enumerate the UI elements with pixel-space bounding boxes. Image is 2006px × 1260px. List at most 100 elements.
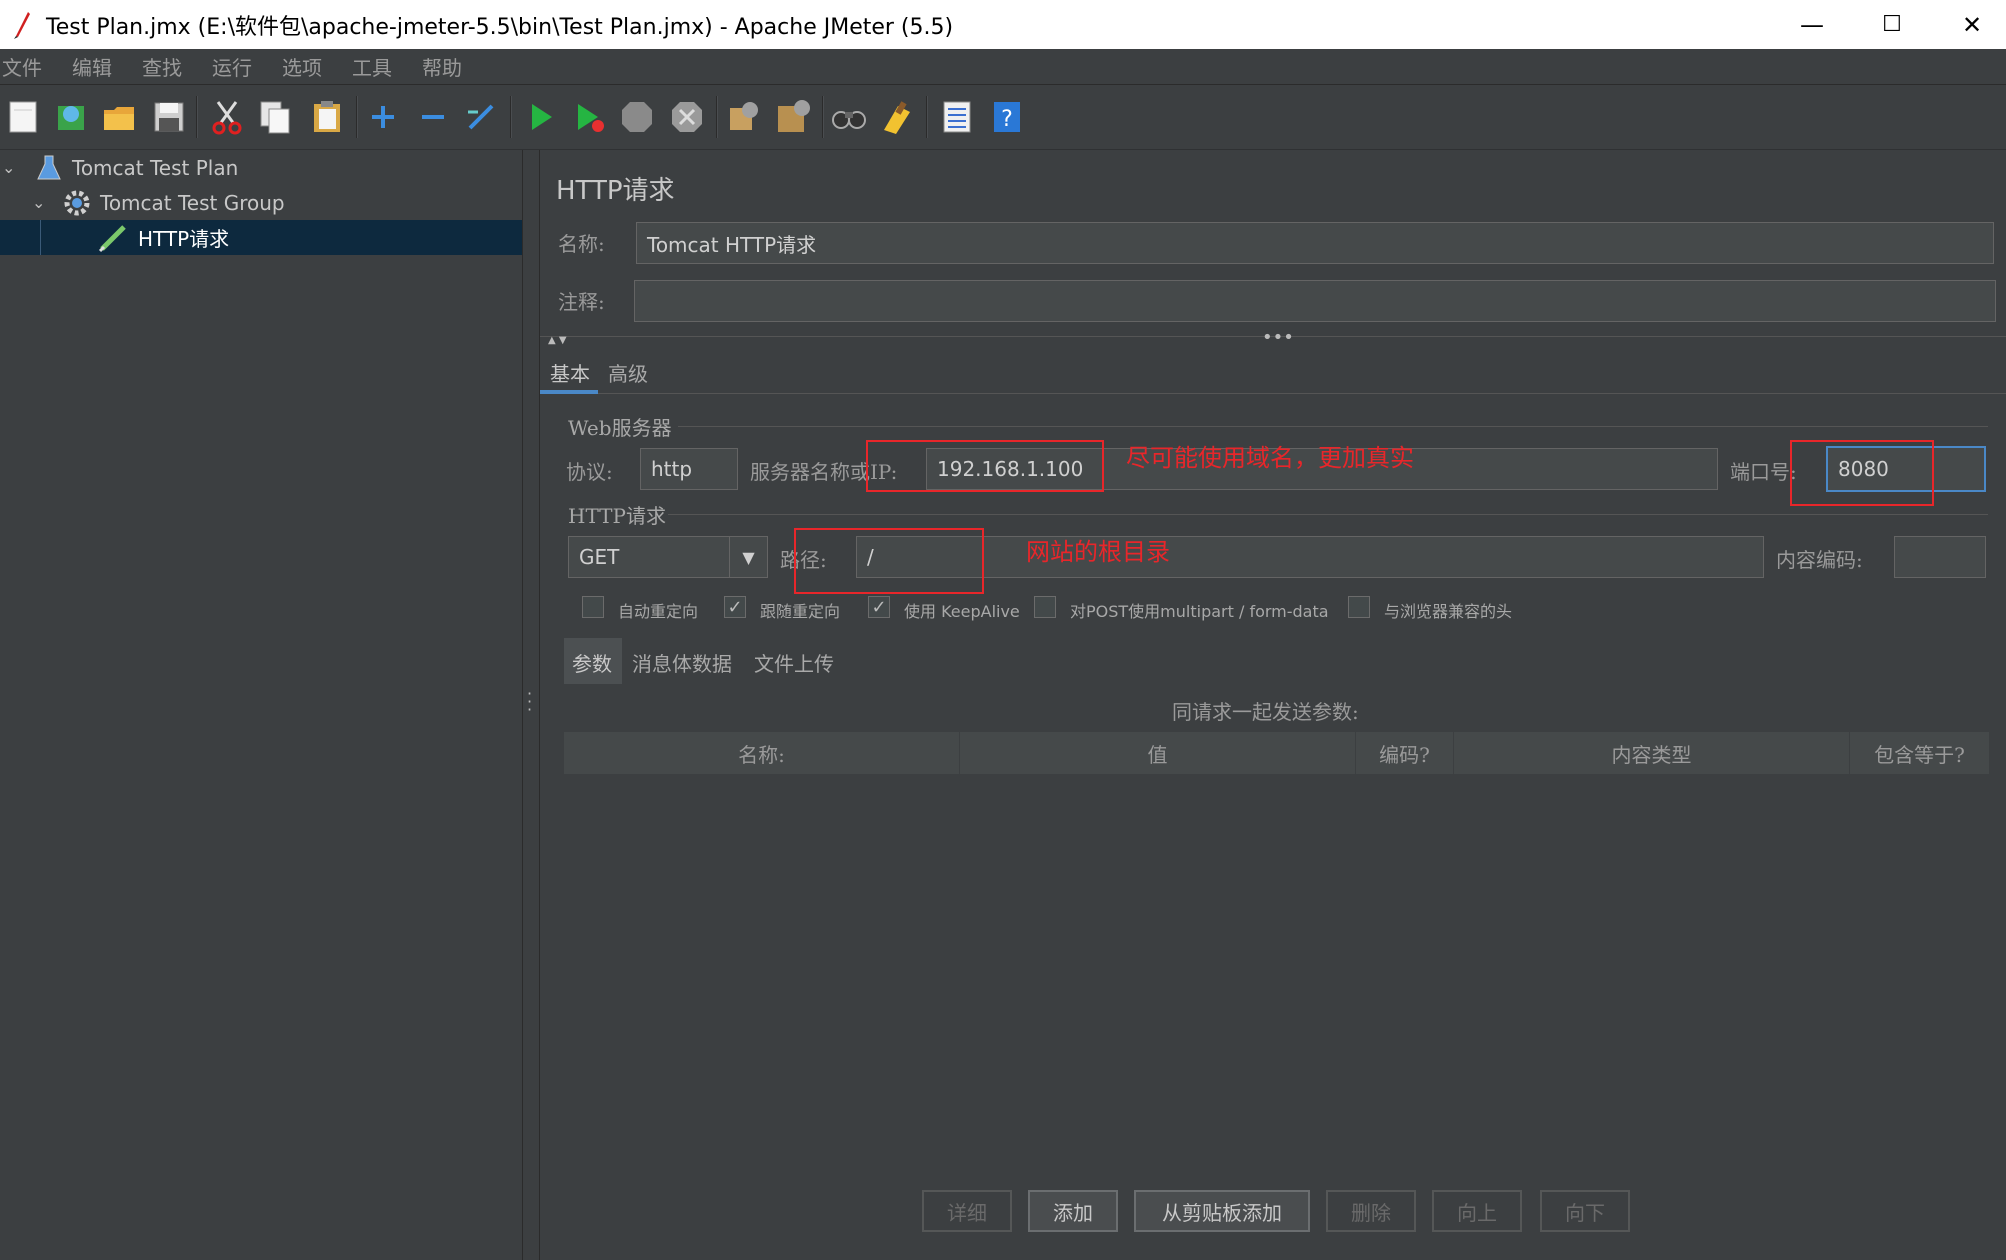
- svg-text:?: ?: [1001, 107, 1013, 132]
- move-up-button[interactable]: 向上: [1432, 1190, 1522, 1232]
- start-no-pause-icon[interactable]: [570, 98, 608, 136]
- drag-handle-icon[interactable]: •••: [1262, 327, 1294, 348]
- toggle-icon[interactable]: [462, 98, 500, 136]
- add-from-clipboard-button[interactable]: 从剪贴板添加: [1134, 1190, 1310, 1232]
- active-tab-indicator: [540, 390, 598, 394]
- detail-button[interactable]: 详细: [922, 1190, 1012, 1232]
- close-button[interactable]: ✕: [1932, 0, 2006, 49]
- server-annotation: 尽可能使用域名，更加真实: [1126, 444, 1414, 472]
- save-icon[interactable]: [150, 98, 188, 136]
- add-button[interactable]: 添加: [1028, 1190, 1118, 1232]
- menu-run[interactable]: 运行: [208, 52, 278, 81]
- web-server-legend: Web服务器: [568, 416, 672, 440]
- chevron-down-icon[interactable]: ⌄: [32, 193, 60, 212]
- tab-basic[interactable]: 基本: [550, 358, 590, 387]
- shutdown-icon[interactable]: [668, 98, 706, 136]
- comment-input[interactable]: [634, 280, 1996, 322]
- subtab-file-upload[interactable]: 文件上传: [754, 648, 834, 677]
- column-header-content-type[interactable]: 内容类型: [1454, 732, 1850, 774]
- method-select[interactable]: GET ▼: [568, 536, 768, 578]
- http-request-legend: HTTP请求: [568, 504, 666, 528]
- tree-item-label: HTTP请求: [138, 227, 230, 251]
- follow-redirect-label: 跟随重定向: [760, 602, 841, 621]
- paste-icon[interactable]: [308, 98, 346, 136]
- collapse-bar[interactable]: ▲ ▼ •••: [540, 327, 2006, 348]
- encoding-input[interactable]: [1894, 536, 1986, 578]
- menu-edit[interactable]: 编辑: [68, 52, 138, 81]
- multipart-label: 对POST使用multipart / form-data: [1070, 602, 1329, 621]
- protocol-input[interactable]: http: [640, 448, 738, 490]
- start-icon[interactable]: [522, 98, 560, 136]
- templates-icon[interactable]: [52, 98, 90, 136]
- auto-redirect-checkbox[interactable]: [582, 596, 604, 618]
- menu-bar: 文件 编辑 查找 运行 选项 工具 帮助: [0, 49, 2006, 85]
- help-icon[interactable]: ?: [988, 98, 1026, 136]
- delete-button[interactable]: 删除: [1326, 1190, 1416, 1232]
- move-down-button[interactable]: 向下: [1540, 1190, 1630, 1232]
- panel-splitter[interactable]: · · ·: [522, 150, 540, 1260]
- method-value: GET: [579, 545, 620, 569]
- column-header-value[interactable]: 值: [960, 732, 1356, 774]
- jmeter-feather-icon: [14, 11, 30, 39]
- expand-icon[interactable]: [364, 98, 402, 136]
- clear-all-icon[interactable]: [774, 98, 812, 136]
- window-title-bar: Test Plan.jmx (E:\软件包\apache-jmeter-5.5\…: [0, 0, 2006, 49]
- port-highlight-box: [1790, 440, 1934, 506]
- dropdown-arrow-icon[interactable]: ▼: [729, 537, 767, 577]
- tree-item-thread-group[interactable]: ⌄ Tomcat Test Group: [0, 185, 522, 220]
- chevron-down-icon[interactable]: ⌄: [2, 158, 30, 177]
- search-icon[interactable]: [830, 98, 868, 136]
- open-icon[interactable]: [100, 98, 138, 136]
- test-plan-tree: ⌄ Tomcat Test Plan ⌄ Tomcat Test Group H…: [0, 150, 522, 1260]
- path-annotation: 网站的根目录: [1026, 538, 1170, 566]
- test-plan-flask-icon: [37, 155, 61, 179]
- splitter-grip-icon: · · ·: [527, 684, 533, 719]
- column-header-encode[interactable]: 编码?: [1356, 732, 1454, 774]
- tab-advanced[interactable]: 高级: [608, 358, 648, 387]
- toolbar: ?: [0, 86, 2006, 150]
- browser-headers-label: 与浏览器兼容的头: [1384, 602, 1513, 621]
- name-input[interactable]: Tomcat HTTP请求: [636, 222, 1994, 264]
- tree-item-http-request[interactable]: HTTP请求: [0, 220, 522, 255]
- copy-icon[interactable]: [256, 98, 294, 136]
- thread-group-gear-icon: [64, 190, 90, 215]
- path-highlight-box: [794, 528, 984, 594]
- path-input[interactable]: /: [856, 536, 1764, 578]
- name-label: 名称:: [558, 232, 605, 256]
- column-header-include-equals[interactable]: 包含等于?: [1850, 732, 1990, 774]
- function-helper-icon[interactable]: [938, 98, 976, 136]
- tree-item-test-plan[interactable]: ⌄ Tomcat Test Plan: [0, 150, 522, 185]
- clear-icon[interactable]: [724, 98, 762, 136]
- minimize-button[interactable]: —: [1772, 0, 1852, 49]
- stop-icon[interactable]: [618, 98, 656, 136]
- menu-help[interactable]: 帮助: [418, 52, 476, 81]
- protocol-label: 协议:: [566, 460, 613, 484]
- collapse-arrows-icon[interactable]: ▲ ▼: [548, 335, 567, 346]
- keepalive-label: 使用 KeepAlive: [904, 602, 1020, 621]
- subtab-body-data[interactable]: 消息体数据: [632, 648, 732, 677]
- subtab-params[interactable]: 参数: [572, 648, 612, 677]
- sampler-pen-icon: [98, 224, 126, 252]
- menu-tools[interactable]: 工具: [348, 52, 418, 81]
- new-icon[interactable]: [4, 98, 42, 136]
- port-label: 端口号:: [1730, 460, 1797, 484]
- collapse-icon[interactable]: [414, 98, 452, 136]
- menu-search[interactable]: 查找: [138, 52, 208, 81]
- http-request-panel: HTTP请求 名称: Tomcat HTTP请求 注释: ▲ ▼ ••• 基本 …: [540, 150, 2006, 1260]
- reset-search-icon[interactable]: [878, 98, 916, 136]
- menu-file[interactable]: 文件: [0, 52, 68, 81]
- multipart-checkbox[interactable]: [1034, 596, 1056, 618]
- keepalive-checkbox[interactable]: ✓: [868, 596, 890, 618]
- menu-options[interactable]: 选项: [278, 52, 348, 81]
- column-header-name[interactable]: 名称:: [564, 732, 960, 774]
- auto-redirect-label: 自动重定向: [618, 602, 699, 621]
- cut-icon[interactable]: [208, 98, 246, 136]
- maximize-button[interactable]: ☐: [1852, 0, 1932, 49]
- browser-headers-checkbox[interactable]: [1348, 596, 1370, 618]
- follow-redirect-checkbox[interactable]: ✓: [724, 596, 746, 618]
- comment-label: 注释:: [558, 290, 605, 314]
- tree-item-label: Tomcat Test Plan: [72, 155, 239, 180]
- window-title: Test Plan.jmx (E:\软件包\apache-jmeter-5.5\…: [46, 14, 954, 40]
- tab-strip: [540, 350, 2006, 394]
- server-highlight-box: [866, 440, 1104, 492]
